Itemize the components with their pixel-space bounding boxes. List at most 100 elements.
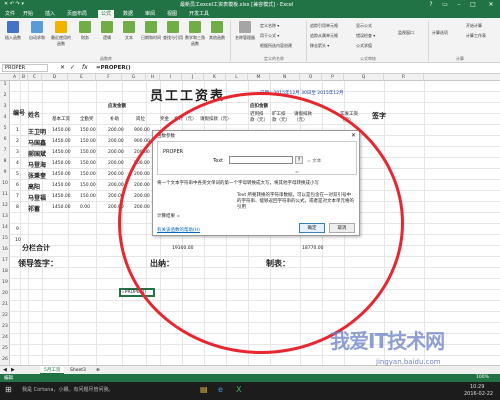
watch-window-button[interactable]: 监视窗口 [398, 30, 414, 36]
column-header-B[interactable]: B [20, 74, 28, 81]
excel-icon[interactable]: X [236, 385, 241, 394]
row-header-24[interactable]: 24 [0, 335, 10, 340]
cancel-icon[interactable]: ✕ [60, 64, 65, 71]
datetime-button[interactable]: 日期和时间 [140, 21, 162, 53]
tab-data[interactable]: 数据 [120, 10, 136, 18]
row-header-9[interactable]: 9 [0, 170, 10, 175]
logical-button[interactable]: 逻辑 [96, 21, 118, 53]
row-header-1[interactable]: 1 [0, 82, 10, 87]
edge-icon[interactable]: e [218, 385, 223, 394]
row-header-23[interactable]: 23 [0, 324, 10, 329]
column-header-K[interactable]: K [204, 74, 226, 81]
text-button[interactable]: 文本 [118, 21, 140, 53]
fx-icon[interactable]: fx [82, 64, 88, 71]
row-header-25[interactable]: 25 [0, 346, 10, 351]
close-button[interactable]: ✕ [482, 0, 500, 9]
show-formulas-button[interactable]: 显示公式 [356, 23, 372, 29]
more-functions-button[interactable]: 其他函数 [206, 21, 228, 53]
column-header-G[interactable]: G [122, 74, 146, 81]
tag-icon [239, 21, 251, 33]
column-header-F[interactable]: F [96, 74, 122, 81]
cell-name: 郝国斌 [28, 151, 47, 158]
tab-developer[interactable]: 开发工具 [186, 10, 212, 18]
row-header-3[interactable]: 3 [0, 104, 10, 109]
trace-dependents-button[interactable]: 追踪从属单元格 [310, 33, 338, 39]
row-header-20[interactable]: 20 [0, 291, 10, 296]
cortana-search[interactable]: 我是 Cortana，小娜。有问题尽管问我。 [22, 386, 113, 393]
row-header-22[interactable]: 22 [0, 313, 10, 318]
calc-sheet-button[interactable]: 计算工作表 [466, 33, 486, 39]
row-header-4[interactable]: 4 [0, 115, 10, 120]
maximize-button[interactable]: □ [466, 0, 480, 9]
row-header-2[interactable]: 2 [0, 93, 10, 98]
financial-button[interactable]: 财务 [74, 21, 96, 53]
column-header-H[interactable]: H [146, 74, 160, 81]
remove-arrows-button[interactable]: 移去箭头 ▾ [310, 43, 329, 49]
row-header-16[interactable]: 16 [0, 247, 10, 252]
tab-page-layout[interactable]: 页面布局 [64, 10, 90, 18]
zoom-level[interactable]: 100% [476, 375, 489, 380]
windows-icon[interactable]: ⊞ [5, 385, 12, 394]
minimize-button[interactable]: – [452, 0, 466, 9]
row-header-7[interactable]: 7 [0, 148, 10, 153]
trace-precedents-button[interactable]: 追踪引用单元格 [310, 23, 338, 29]
row-header-21[interactable]: 21 [0, 302, 10, 307]
column-header-J[interactable]: J [182, 74, 204, 81]
column-header-D[interactable]: D [42, 74, 68, 81]
ribbon-display-button[interactable]: ▭ [438, 0, 452, 9]
next-sheet-icon[interactable]: ▶ [11, 367, 15, 373]
row-header-12[interactable]: 12 [0, 203, 10, 208]
error-checking-button[interactable]: 错误检查 ▾ [356, 33, 375, 39]
tab-review[interactable]: 审阅 [142, 10, 158, 18]
row-header-17[interactable]: 17 [0, 258, 10, 263]
column-header-C[interactable]: C [28, 74, 42, 81]
column-header-O[interactable]: O [300, 74, 322, 81]
column-header-E[interactable]: E [68, 74, 96, 81]
formula-input[interactable]: =PROPER() [96, 64, 496, 72]
calc-now-button[interactable]: 开始计算 [466, 23, 482, 29]
row-header-8[interactable]: 8 [0, 159, 10, 164]
row-header-14[interactable]: 14 [0, 225, 10, 230]
file-explorer-icon[interactable]: ▤ [200, 385, 208, 394]
lookup-button[interactable]: 查找与引用 [162, 21, 184, 53]
row-header-18[interactable]: 18 [0, 269, 10, 274]
row-header-15[interactable]: 15 [0, 236, 10, 241]
prev-sheet-icon[interactable]: ◀ [3, 367, 7, 373]
ribbon: 插入函数 自动求和 最近使用的函数 财务 逻辑 文本 日期和时间 查找与引用 数… [0, 18, 500, 63]
tab-formulas[interactable]: 公式 [98, 10, 115, 18]
row-header-5[interactable]: 5 [0, 126, 10, 131]
column-header-I[interactable]: I [160, 74, 182, 81]
name-manager-button[interactable]: 名称管理器 [234, 21, 256, 53]
column-header-P[interactable]: P [322, 74, 344, 81]
column-header-M[interactable]: M [248, 74, 270, 81]
name-box[interactable]: PROPER [2, 64, 48, 72]
enter-icon[interactable]: ✓ [70, 64, 75, 71]
row-header-26[interactable]: 26 [0, 357, 10, 362]
calc-options-button[interactable]: 计算选项 [432, 30, 448, 36]
evaluate-formula-button[interactable]: 公式求值 [356, 43, 372, 49]
cell-full: 150.00 [80, 150, 96, 155]
column-header-Q[interactable]: Q [344, 74, 384, 81]
column-header-A[interactable]: A [10, 74, 20, 81]
column-header-L[interactable]: L [226, 74, 248, 81]
recent-functions-button[interactable]: 最近使用的函数 [50, 21, 72, 53]
define-name-button[interactable]: 定义名称 ▾ [260, 23, 279, 29]
tab-view[interactable]: 视图 [164, 10, 180, 18]
tab-insert[interactable]: 插入 [42, 10, 58, 18]
insert-function-button[interactable]: 插入函数 [2, 21, 24, 53]
column-header-R[interactable]: R [384, 74, 424, 81]
use-in-formula-button[interactable]: 用于公式 ▾ [260, 33, 279, 39]
row-header-19[interactable]: 19 [0, 280, 10, 285]
math-trig-button[interactable]: 数学和三角函数 [184, 21, 206, 53]
autosum-button[interactable]: 自动求和 [26, 21, 48, 53]
column-header-N[interactable]: N [270, 74, 300, 81]
help-button[interactable]: ? [424, 0, 438, 9]
tab-home[interactable]: 开始 [20, 10, 36, 18]
row-header-10[interactable]: 10 [0, 181, 10, 186]
tab-file[interactable]: 文件 [2, 10, 18, 18]
row-header-11[interactable]: 11 [0, 192, 10, 197]
row-header-6[interactable]: 6 [0, 137, 10, 142]
create-from-selection-button[interactable]: 根据所选内容创建 [260, 43, 292, 49]
quick-access-toolbar[interactable]: ✕ ↶ ↷ ▾ [4, 1, 24, 7]
row-header-13[interactable]: 13 [0, 214, 10, 219]
